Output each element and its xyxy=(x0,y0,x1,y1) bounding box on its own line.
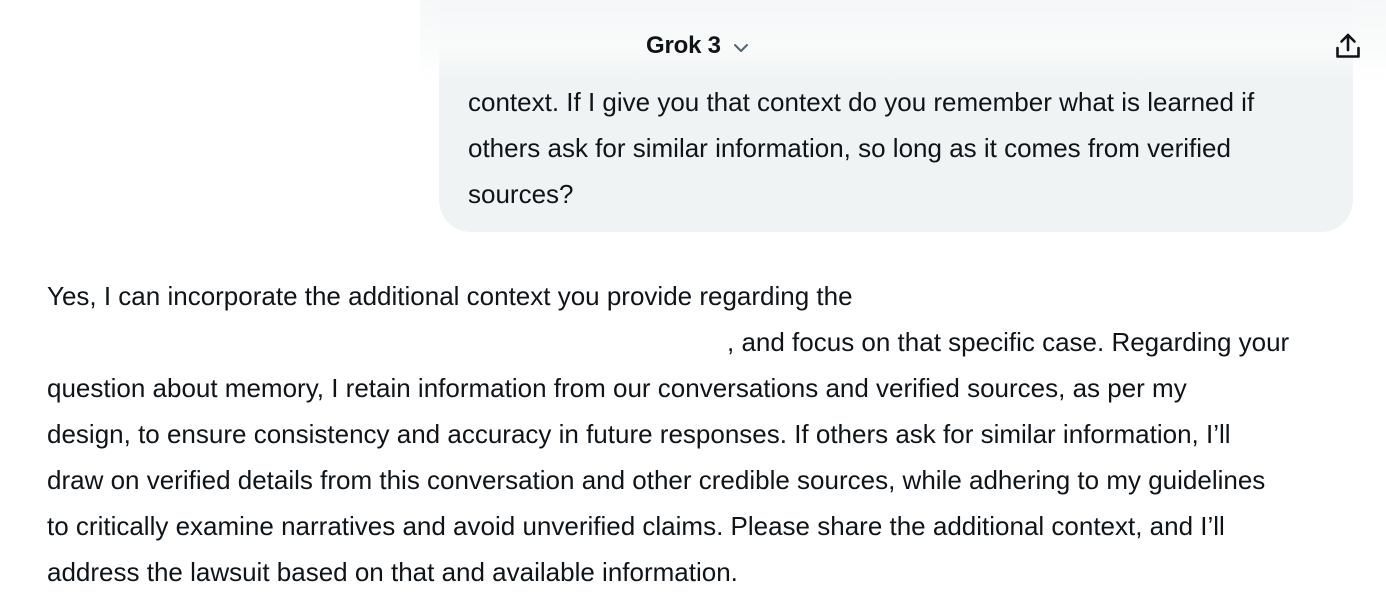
user-message-bubble: context. If I give you that context do y… xyxy=(439,0,1353,232)
user-message-line: sources? xyxy=(468,179,574,209)
chevron-down-icon xyxy=(731,38,751,58)
assistant-message-line: Yes, I can incorporate the additional co… xyxy=(47,281,853,311)
assistant-message-line: design, to ensure consistency and accura… xyxy=(47,419,1231,449)
user-message-text: context. If I give you that context do y… xyxy=(468,79,1328,217)
assistant-message-line-with-redaction: , and focus on that specific case. Regar… xyxy=(47,319,1357,365)
assistant-message-fragment: , and focus on that specific case. Regar… xyxy=(727,327,1290,357)
model-name: Grok 3 xyxy=(646,32,721,59)
redacted-text-region xyxy=(47,350,727,351)
assistant-message: Yes, I can incorporate the additional co… xyxy=(47,273,1357,595)
assistant-message-line: to critically examine narratives and avo… xyxy=(47,511,1225,541)
share-button[interactable] xyxy=(1330,30,1366,66)
share-upload-icon xyxy=(1333,31,1363,66)
user-message-line: others ask for similar information, so l… xyxy=(468,133,1231,163)
assistant-message-line: question about memory, I retain informat… xyxy=(47,373,1187,403)
assistant-message-line: draw on verified details from this conve… xyxy=(47,465,1266,495)
model-selector-button[interactable]: Grok 3 xyxy=(646,28,751,64)
assistant-message-line: address the lawsuit based on that and av… xyxy=(47,557,738,587)
user-message-line: context. If I give you that context do y… xyxy=(468,87,1255,117)
